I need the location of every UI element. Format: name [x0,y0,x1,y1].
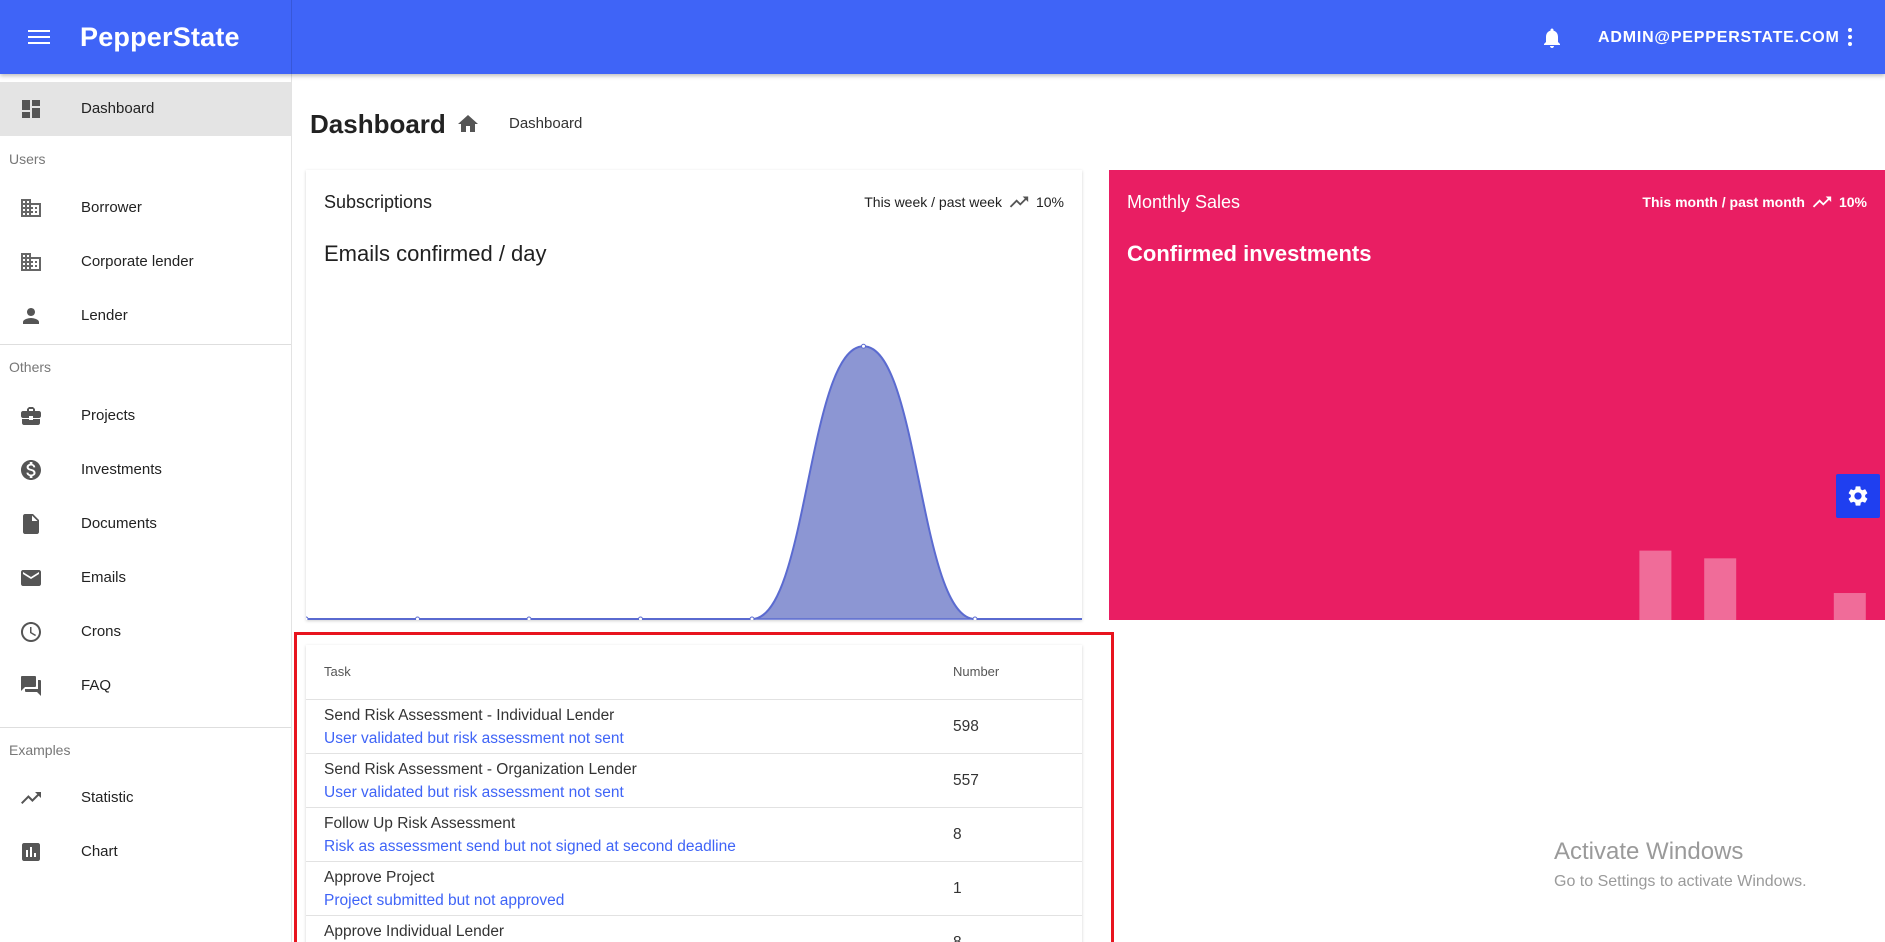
sidebar-divider [0,344,291,345]
emails-confirmed-chart [306,343,1082,620]
bell-icon[interactable] [1540,26,1564,50]
sidebar-item-label: Crons [81,623,122,640]
sidebar-item-investments[interactable]: Investments [0,443,291,497]
sidebar-item-label: Corporate lender [81,253,194,270]
stat-period: This month / past month [1642,194,1805,210]
stat-percent: 10% [1035,194,1064,210]
stat-period: This week / past week [864,194,1002,210]
sidebar-item-statistic[interactable]: Statistic [0,771,291,825]
highlight-frame [294,632,1114,942]
person-icon [23,308,39,324]
top-app-bar: PepperState ADMIN@PEPPERSTATE.COM [0,0,1885,74]
sidebar-item-projects[interactable]: Projects [0,389,291,443]
sidebar-item-label: Borrower [81,199,142,216]
section-label-examples: Examples [9,742,71,758]
activate-windows-hint: Go to Settings to activate Windows. [1554,873,1807,890]
bar [1704,558,1737,620]
trending-up-icon [21,792,41,804]
sidebar-item-dashboard[interactable]: Dashboard [0,82,291,136]
sidebar-item-label: Statistic [81,789,134,806]
card-stat: This month / past month 10% [1642,191,1867,213]
breadcrumb[interactable]: Dashboard [509,115,582,132]
data-point [415,616,420,620]
clock-icon [21,622,41,642]
sidebar-item-borrower[interactable]: Borrower [0,181,291,235]
subscriptions-card: Subscriptions This week / past week 10% … [306,170,1082,620]
section-label-users: Users [9,151,46,167]
data-point [638,616,643,620]
hamburger-menu-icon[interactable] [28,26,62,50]
sidebar-item-label: Chart [81,843,118,860]
bar-chart-icon [22,843,40,861]
briefcase-icon [21,407,41,425]
bar [1639,550,1672,620]
sidebar-item-documents[interactable]: Documents [0,497,291,551]
data-point [749,616,755,620]
card-label: Monthly Sales [1127,192,1241,212]
confirmed-investments-chart [1639,550,1866,620]
sidebar-item-label: Emails [81,569,127,586]
topbar-divider [291,0,292,74]
gear-icon [1848,486,1868,506]
card-subtitle: Confirmed investments [1127,241,1372,266]
sidebar-item-crons[interactable]: Crons [0,605,291,659]
dollar-icon [21,460,41,480]
area-line [306,345,1082,620]
sidebar: Dashboard Users Borrower Corporate lende… [0,74,292,942]
document-icon [23,514,39,534]
monthly-sales-card: Monthly Sales This month / past month 10… [1109,170,1885,620]
activate-windows-watermark: Activate Windows [1554,838,1744,865]
mail-icon [21,570,41,586]
data-point [306,616,309,620]
home-icon[interactable] [456,112,480,136]
sidebar-item-label: Projects [81,407,136,424]
data-point [526,616,532,620]
stat-percent: 10% [1838,194,1867,210]
building-icon [21,253,41,271]
data-point [861,343,866,349]
trending-up-icon [1009,196,1029,208]
settings-button[interactable] [1836,474,1880,518]
trending-up-icon [1812,196,1832,208]
dashboard-icon [22,100,40,118]
sidebar-item-faq[interactable]: FAQ [0,659,291,713]
sidebar-item-label: Documents [81,515,157,532]
sidebar-item-label: Dashboard [81,100,155,117]
sidebar-item-emails[interactable]: Emails [0,551,291,605]
page-title: Dashboard [310,109,446,139]
sidebar-item-corporate-lender[interactable]: Corporate lender [0,235,291,289]
section-label-others: Others [9,359,52,375]
forum-icon [21,676,41,696]
sidebar-item-lender[interactable]: Lender [0,289,291,343]
sidebar-item-label: Lender [81,307,128,324]
data-point [972,616,978,620]
user-account-menu[interactable]: ADMIN@PEPPERSTATE.COM [1598,29,1840,47]
sidebar-item-label: FAQ [81,677,112,694]
more-vert-icon[interactable] [1843,26,1857,50]
building-icon [21,199,41,217]
bar [1833,593,1866,620]
app-brand[interactable]: PepperState [80,22,240,53]
card-label: Subscriptions [324,192,433,212]
card-stat: This week / past week 10% [864,191,1064,213]
sidebar-item-chart[interactable]: Chart [0,825,291,879]
sidebar-divider [0,727,291,728]
card-subtitle: Emails confirmed / day [324,241,547,266]
sidebar-item-label: Investments [81,461,162,478]
area-fill [306,346,1082,619]
